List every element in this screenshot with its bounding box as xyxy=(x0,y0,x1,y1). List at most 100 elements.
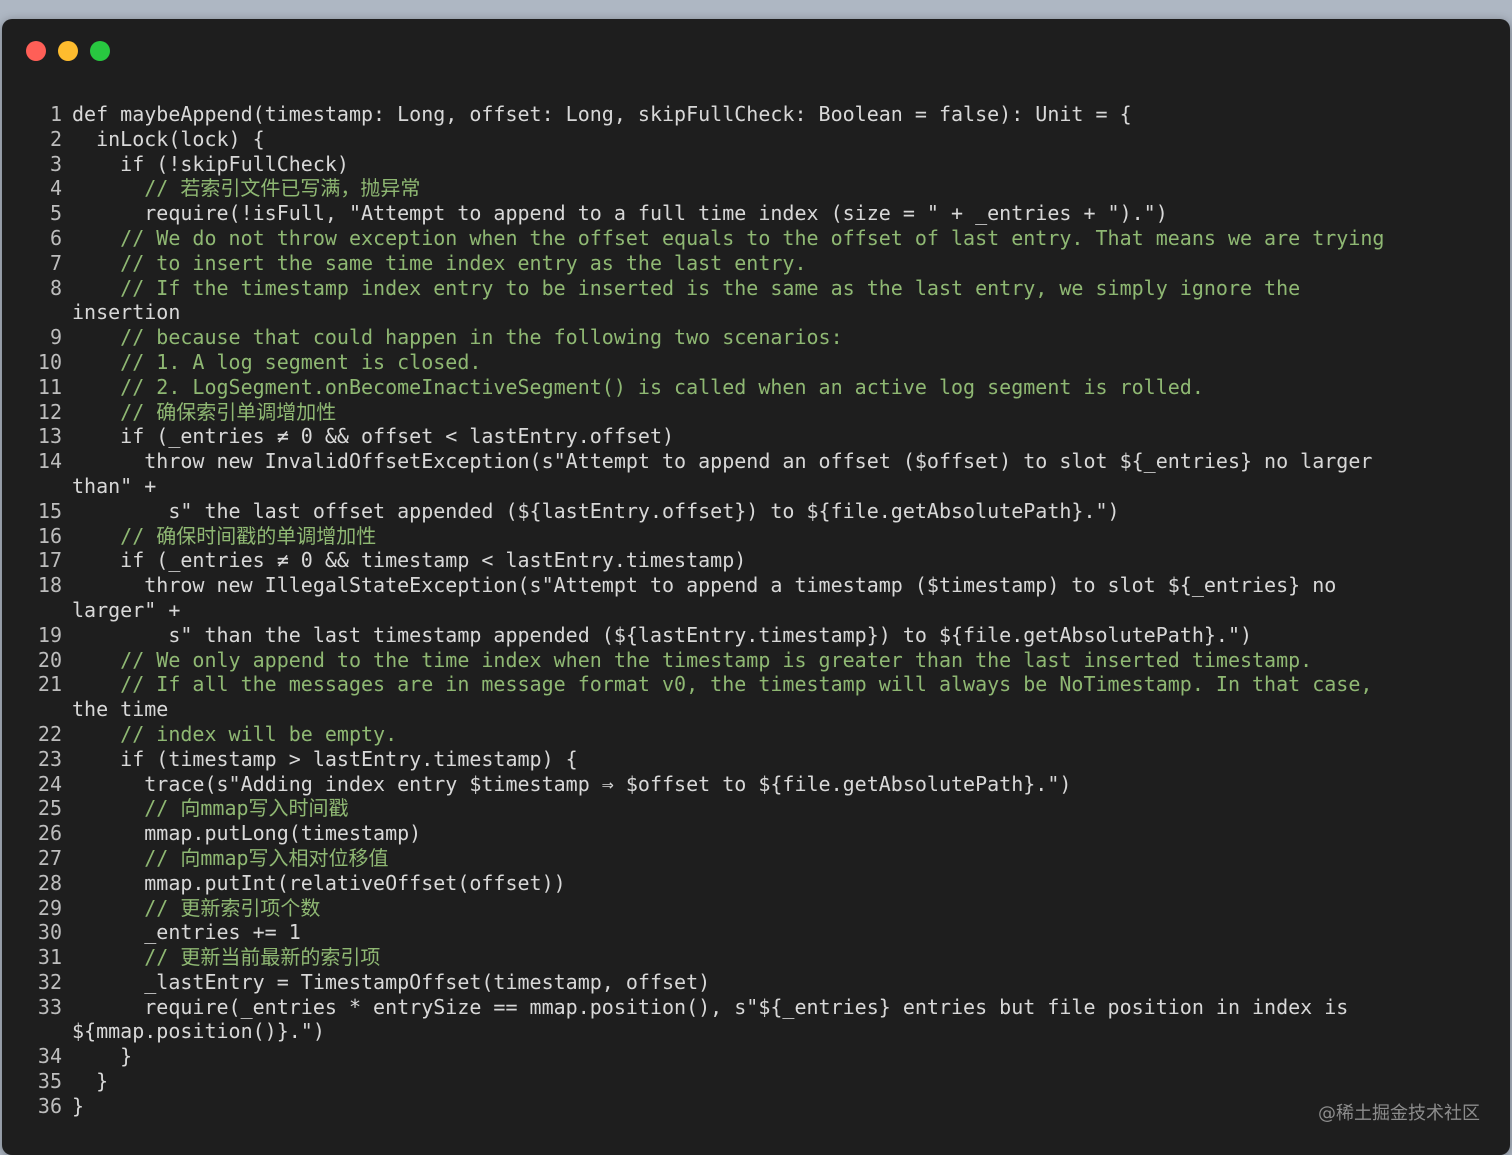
line-number xyxy=(32,1019,72,1044)
code-text: mmap.putInt(relativeOffset(offset)) xyxy=(72,870,566,895)
code-line: 16 // 确保时间戳的单调增加性 xyxy=(32,524,1492,549)
line-number: 5 xyxy=(49,201,62,226)
code-text: _lastEntry = TimestampOffset(timestamp, … xyxy=(72,969,711,994)
line-number: 4 xyxy=(49,176,62,201)
line-number: 3 xyxy=(49,151,62,176)
line-number: 11 xyxy=(37,374,62,399)
code-line: insertion xyxy=(32,300,1492,325)
code-text: // 向mmap写入相对位移值 xyxy=(72,845,389,870)
code-text: // to insert the same time index entry a… xyxy=(72,250,807,275)
code-line: 6 // We do not throw exception when the … xyxy=(32,226,1492,251)
line-number xyxy=(32,474,72,499)
watermark: @稀土掘金技术社区 xyxy=(1318,1103,1480,1124)
line-number xyxy=(32,697,72,722)
code-text: } xyxy=(72,1093,85,1118)
code-line: 24 trace(s"Adding index entry $timestamp… xyxy=(32,772,1492,797)
code-line: 26 mmap.putLong(timestamp) xyxy=(32,821,1492,846)
line-number: 13 xyxy=(37,424,62,449)
line-number: 17 xyxy=(37,548,62,573)
code-line: 5 require(!isFull, "Attempt to append to… xyxy=(32,201,1492,226)
code-text: than" + xyxy=(72,473,157,498)
code-text: // 确保时间戳的单调增加性 xyxy=(72,523,377,548)
code-text: trace(s"Adding index entry $timestamp ⇒ … xyxy=(72,771,1072,796)
code-text: s" the last offset appended (${lastEntry… xyxy=(72,498,1120,523)
code-line: 11 // 2. LogSegment.onBecomeInactiveSegm… xyxy=(32,375,1492,400)
code-line: 27 // 向mmap写入相对位移值 xyxy=(32,846,1492,871)
code-text: require(!isFull, "Attempt to append to a… xyxy=(72,201,1168,226)
code-text: mmap.putLong(timestamp) xyxy=(72,821,422,846)
code-text: s" than the last timestamp appended (${l… xyxy=(72,622,1253,647)
line-number: 31 xyxy=(37,945,62,970)
line-number: 34 xyxy=(37,1044,62,1069)
code-line: 12 // 确保索引单调增加性 xyxy=(32,400,1492,425)
code-text: // 更新索引项个数 xyxy=(72,895,321,920)
code-line: 19 s" than the last timestamp appended (… xyxy=(32,623,1492,648)
code-text: // If all the messages are in message fo… xyxy=(72,672,1373,697)
line-number: 35 xyxy=(37,1069,62,1094)
code-text: insertion xyxy=(72,300,181,325)
code-text: // We do not throw exception when the of… xyxy=(72,225,1385,250)
code-text: // index will be empty. xyxy=(72,721,398,746)
code-line: 9 // because that could happen in the fo… xyxy=(32,325,1492,350)
line-number: 9 xyxy=(49,325,62,350)
code-line: 8 // If the timestamp index entry to be … xyxy=(32,276,1492,301)
minimize-button[interactable] xyxy=(58,41,78,61)
line-number: 33 xyxy=(37,994,62,1019)
line-number: 1 xyxy=(49,102,62,126)
line-number: 32 xyxy=(37,969,62,994)
code-text: def maybeAppend(timestamp: Long, offset:… xyxy=(72,102,1132,126)
line-number xyxy=(32,300,72,325)
code-line: 29 // 更新索引项个数 xyxy=(32,896,1492,921)
code-text: throw new IllegalStateException(s"Attemp… xyxy=(72,573,1337,598)
code-line: 28 mmap.putInt(relativeOffset(offset)) xyxy=(32,871,1492,896)
code-line: 32 _lastEntry = TimestampOffset(timestam… xyxy=(32,970,1492,995)
line-number: 16 xyxy=(37,523,62,548)
code-text: larger" + xyxy=(72,597,181,622)
code-window: 1 def maybeAppend(timestamp: Long, offset… xyxy=(2,19,1510,1155)
code-line: than" + xyxy=(32,474,1492,499)
close-button[interactable] xyxy=(26,41,46,61)
line-number: 8 xyxy=(49,275,62,300)
code-line: 35 } xyxy=(32,1069,1492,1094)
line-number: 30 xyxy=(37,920,62,945)
line-number: 21 xyxy=(37,672,62,697)
code-line: the time xyxy=(32,697,1492,722)
code-line: 34 } xyxy=(32,1044,1492,1069)
code-text: if (_entries ≠ 0 && timestamp < lastEntr… xyxy=(72,548,747,573)
code-line: 3 if (!skipFullCheck) xyxy=(32,152,1492,177)
line-number: 24 xyxy=(37,771,62,796)
line-number: 36 xyxy=(37,1093,62,1118)
code-text: // 确保索引单调增加性 xyxy=(72,399,337,424)
zoom-button[interactable] xyxy=(90,41,110,61)
code-text: throw new InvalidOffsetException(s"Attem… xyxy=(72,449,1373,474)
line-number: 10 xyxy=(37,349,62,374)
code-text: // We only append to the time index when… xyxy=(72,647,1313,672)
line-number: 23 xyxy=(37,746,62,771)
line-number: 12 xyxy=(37,399,62,424)
code-line: 33 require(_entries * entrySize == mmap.… xyxy=(32,995,1492,1020)
code-line: 31 // 更新当前最新的索引项 xyxy=(32,945,1492,970)
line-number: 19 xyxy=(37,622,62,647)
code-line: 21 // If all the messages are in message… xyxy=(32,672,1492,697)
line-number: 25 xyxy=(37,796,62,821)
code-line: 13 if (_entries ≠ 0 && offset < lastEntr… xyxy=(32,424,1492,449)
code-line: 30 _entries += 1 xyxy=(32,920,1492,945)
line-number: 14 xyxy=(37,449,62,474)
code-text: the time xyxy=(72,697,169,722)
code-line: 2 inLock(lock) { xyxy=(32,127,1492,152)
code-text: // 2. LogSegment.onBecomeInactiveSegment… xyxy=(72,374,1204,399)
code-text: inLock(lock) { xyxy=(72,126,265,151)
line-number: 18 xyxy=(37,573,62,598)
line-number: 26 xyxy=(37,821,62,846)
line-number: 22 xyxy=(37,721,62,746)
line-number: 28 xyxy=(37,870,62,895)
line-number: 29 xyxy=(37,895,62,920)
line-number: 7 xyxy=(49,250,62,275)
code-text: } xyxy=(72,1044,133,1069)
code-text: // 1. A log segment is closed. xyxy=(72,349,482,374)
code-line: 25 // 向mmap写入时间戳 xyxy=(32,796,1492,821)
line-number: 6 xyxy=(49,225,62,250)
code-text: if (timestamp > lastEntry.timestamp) { xyxy=(72,746,578,771)
code-line: 18 throw new IllegalStateException(s"Att… xyxy=(32,573,1492,598)
code-text: if (_entries ≠ 0 && offset < lastEntry.o… xyxy=(72,424,675,449)
